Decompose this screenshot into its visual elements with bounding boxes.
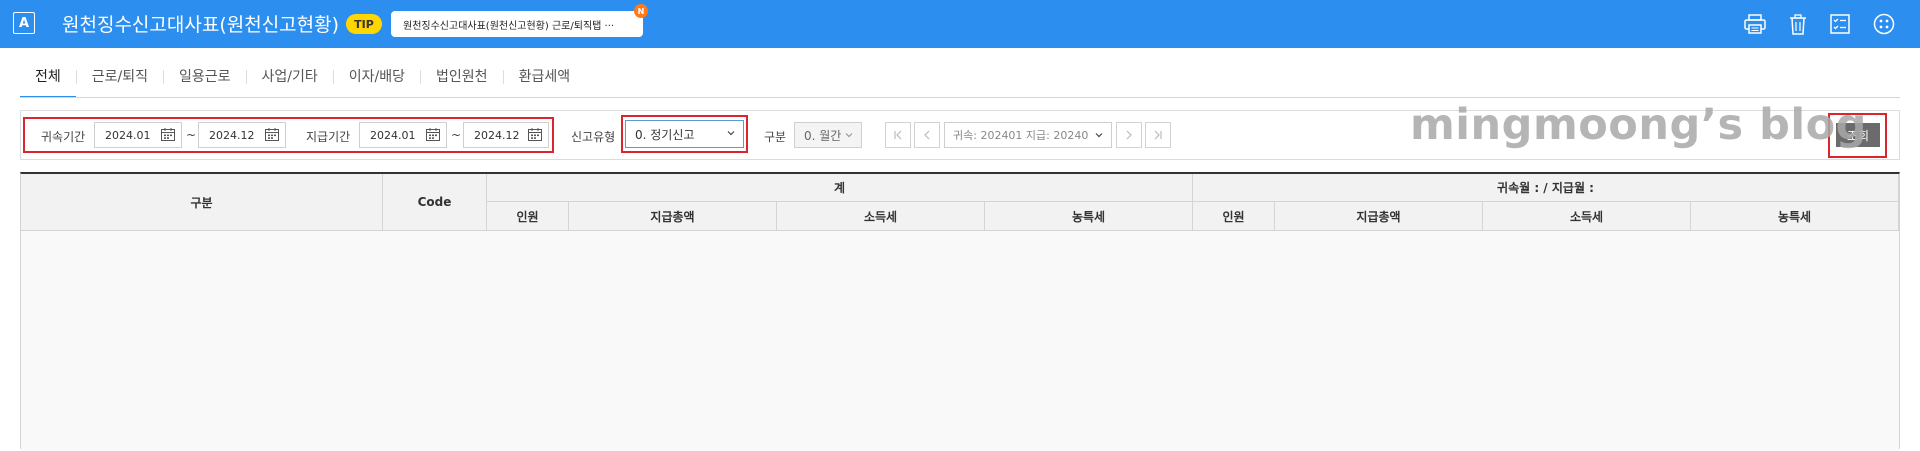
- col-header-division[interactable]: 구분: [21, 174, 383, 231]
- grid-body[interactable]: [21, 231, 1899, 451]
- belong-from-value: 2024.01: [105, 128, 151, 142]
- col-header-income-tax[interactable]: 소득세: [777, 202, 985, 231]
- group-header-month: 귀속월 : / 지급월 :: [1193, 174, 1899, 202]
- belong-to-input[interactable]: 2024.12: [198, 122, 286, 148]
- col-header-rural-tax[interactable]: 농특세: [985, 202, 1193, 231]
- range-tilde: ~: [451, 128, 462, 142]
- chevron-down-icon: [1095, 133, 1103, 138]
- group-header-total: 계: [487, 174, 1193, 202]
- chevron-left-icon: [924, 130, 930, 140]
- tip-badge[interactable]: TIP: [346, 14, 382, 34]
- tab-daily-labor[interactable]: 일용근로: [164, 60, 246, 98]
- chevron-down-icon: [727, 131, 735, 136]
- last-icon: [1154, 130, 1162, 140]
- division-select[interactable]: 0. 월간: [794, 122, 862, 148]
- tab-all[interactable]: 전체: [20, 60, 76, 98]
- col-header-income-tax[interactable]: 소득세: [1483, 202, 1691, 231]
- belong-from-input[interactable]: 2024.01: [94, 122, 182, 148]
- tip-message[interactable]: 원천징수신고대사표(원천신고현황) 근로/퇴직탭 ···: [391, 11, 643, 37]
- division-value: 0. 월간: [804, 128, 842, 143]
- last-page-button[interactable]: [1145, 122, 1171, 148]
- next-button[interactable]: [1116, 122, 1142, 148]
- col-header-rural-tax[interactable]: 농특세: [1691, 202, 1899, 231]
- calendar-icon[interactable]: [161, 128, 175, 141]
- tab-underline: [20, 97, 1900, 98]
- col-header-headcount[interactable]: 인원: [487, 202, 569, 231]
- pay-to-input[interactable]: 2024.12: [463, 122, 549, 148]
- division-label: 구분: [764, 130, 787, 144]
- pay-from-value: 2024.01: [370, 128, 416, 142]
- tab-bar: 전체 근로/퇴직 일용근로 사업/기타 이자/배당 법인원천 환급세액: [20, 60, 585, 98]
- app-logo-icon: A: [13, 12, 35, 34]
- col-header-total-pay[interactable]: 지급총액: [1275, 202, 1483, 231]
- tab-interest-dividend[interactable]: 이자/배당: [334, 60, 420, 98]
- calendar-icon[interactable]: [426, 128, 440, 141]
- first-page-button[interactable]: [885, 122, 911, 148]
- pay-to-value: 2024.12: [474, 128, 520, 142]
- col-header-total-pay[interactable]: 지급총액: [569, 202, 777, 231]
- watermark: mingmoong’s blog: [1410, 100, 1867, 150]
- range-tilde: ~: [186, 128, 197, 142]
- report-type-label: 신고유형: [571, 130, 616, 144]
- chevron-down-icon: [845, 133, 853, 138]
- tab-labor-retirement[interactable]: 근로/퇴직: [77, 60, 163, 98]
- checklist-icon[interactable]: [1827, 11, 1853, 37]
- tab-refund-tax[interactable]: 환급세액: [504, 60, 586, 98]
- tab-corporate-withholding[interactable]: 법인원천: [421, 60, 503, 98]
- period-value: 귀속: 202401 지급: 20240: [953, 129, 1089, 142]
- pay-from-input[interactable]: 2024.01: [359, 122, 447, 148]
- tab-business-other[interactable]: 사업/기타: [247, 60, 333, 98]
- calendar-icon[interactable]: [528, 128, 542, 141]
- belong-period-label: 귀속기간: [41, 130, 86, 144]
- trash-icon[interactable]: [1785, 11, 1811, 37]
- more-icon[interactable]: [1871, 11, 1897, 37]
- page-title: 원천징수신고대사표(원천신고현황): [62, 14, 340, 36]
- new-badge: N: [634, 4, 648, 18]
- app-header: A 원천징수신고대사표(원천신고현황) TIP 원천징수신고대사표(원천신고현황…: [0, 0, 1920, 48]
- prev-button[interactable]: [914, 122, 940, 148]
- data-grid: 구분 Code 계 귀속월 : / 지급월 : 인원 지급총액 소득세 농특세 …: [20, 172, 1900, 451]
- print-icon[interactable]: [1742, 11, 1768, 37]
- first-icon: [894, 130, 902, 140]
- period-select[interactable]: 귀속: 202401 지급: 20240: [944, 122, 1112, 148]
- col-header-headcount[interactable]: 인원: [1193, 202, 1275, 231]
- pay-period-label: 지급기간: [306, 130, 351, 144]
- report-type-value: 0. 정기신고: [635, 127, 695, 142]
- calendar-icon[interactable]: [265, 128, 279, 141]
- belong-to-value: 2024.12: [209, 128, 255, 142]
- report-type-select[interactable]: 0. 정기신고: [625, 120, 744, 148]
- chevron-right-icon: [1126, 130, 1132, 140]
- col-header-code[interactable]: Code: [383, 174, 487, 231]
